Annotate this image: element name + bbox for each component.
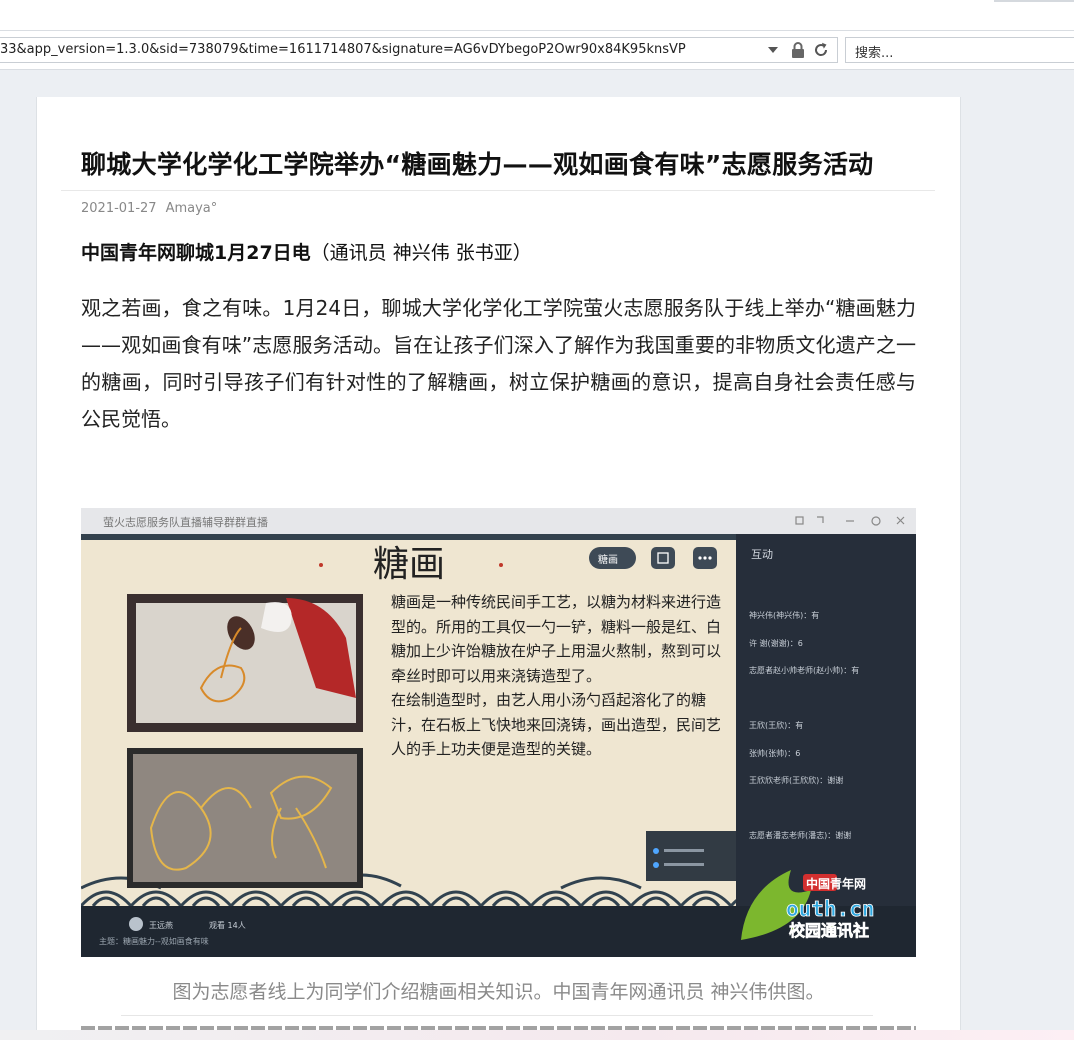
watermark-top: 中国青年网 bbox=[806, 876, 866, 891]
caption-divider bbox=[121, 1015, 873, 1016]
slide-pill-label: 糖画 bbox=[598, 553, 618, 566]
panel-item: 志愿者潘志老师(潘志)：谢谢 bbox=[749, 830, 851, 840]
watermark-mid: outh.cn bbox=[786, 897, 875, 921]
article-paragraph: 观之若画，食之有味。1月24日，聊城大学化学化工学院萤火志愿服务队于线上举办“糖… bbox=[81, 296, 916, 431]
stream-host: 王远燕 bbox=[149, 920, 173, 930]
title-divider bbox=[61, 190, 935, 191]
interaction-panel-title: 互动 bbox=[751, 548, 773, 561]
article-title: 聊城大学化学化工学院举办“糖画魅力——观如画食有味”志愿服务活动 bbox=[81, 150, 874, 179]
interaction-panel bbox=[736, 534, 916, 906]
stream-topic: 主题：糖画魅力--观如画食有味 bbox=[99, 936, 209, 946]
slide-text-1: 糖画是一种传统民间手工艺，以糖为材料来进行造型的。所用的工具仅一勺一铲，糖料一般… bbox=[391, 593, 722, 685]
lock-icon[interactable] bbox=[790, 41, 806, 59]
top-strip bbox=[0, 0, 1074, 30]
panel-item: 神兴伟(神兴伟)：有 bbox=[749, 610, 819, 620]
url-text: 33&app_version=1.3.0&sid=738079&time=161… bbox=[0, 42, 686, 57]
panel-item: 王欣(王欣)：有 bbox=[749, 720, 803, 730]
article-date: 2021-01-27 bbox=[81, 201, 157, 216]
panel-item: 许 谢(谢谢)：6 bbox=[749, 638, 803, 648]
panel-item: 王欣欣老师(王欣欣)：谢谢 bbox=[749, 775, 843, 785]
article-lead: 中国青年网聊城1月27日电（通讯员 神兴伟 张书亚） bbox=[81, 238, 532, 265]
lead-dateline: 中国青年网聊城1月27日电 bbox=[81, 242, 311, 264]
article-image: 萤火志愿服务队直播辅导群群直播 糖画 糖画 糖画是一种传统民间手工艺，以糖为材料… bbox=[81, 508, 916, 957]
stream-window-title: 萤火志愿服务队直播辅导群群直播 bbox=[103, 515, 268, 529]
sugar-painting-photo-1 bbox=[127, 594, 363, 732]
panel-item: 志愿者赵小帅老师(赵小帅)：有 bbox=[749, 665, 859, 675]
stream-views: 观看 14人 bbox=[209, 921, 246, 930]
watermark-bottom: 校园通讯社 bbox=[789, 921, 869, 940]
search-input[interactable]: 搜索... bbox=[845, 37, 1074, 63]
article-page: 聊城大学化学化工学院举办“糖画魅力——观如画食有味”志愿服务活动 2021-01… bbox=[36, 97, 961, 1032]
sugar-painting-photo-2 bbox=[127, 748, 363, 888]
url-field[interactable]: 33&app_version=1.3.0&sid=738079&time=161… bbox=[0, 37, 838, 63]
article-meta: 2021-01-27 Amaya° bbox=[81, 201, 217, 216]
reload-icon[interactable] bbox=[812, 41, 830, 59]
slide-text-2: 在绘制造型时，由艺人用小汤勺舀起溶化了的糖汁，在石板上飞快地来回浇铸，画出造型，… bbox=[391, 691, 722, 758]
slide-heading: 糖画 bbox=[373, 544, 445, 585]
url-dropdown-icon[interactable] bbox=[768, 47, 778, 53]
panel-item: 张帅(张帅)：6 bbox=[749, 748, 800, 758]
bottom-edge bbox=[0, 1030, 1074, 1040]
livestream-screenshot: 萤火志愿服务队直播辅导群群直播 糖画 糖画 糖画是一种传统民间手工艺，以糖为材料… bbox=[81, 508, 916, 957]
image-caption: 图为志愿者线上为同学们介绍糖画相关知识。中国青年网通讯员 神兴伟供图。 bbox=[172, 981, 825, 1003]
browser-address-bar: 33&app_version=1.3.0&sid=738079&time=161… bbox=[0, 30, 1074, 70]
lead-reporters: （通讯员 神兴伟 张书亚） bbox=[310, 242, 532, 264]
article-author[interactable]: Amaya° bbox=[166, 201, 218, 216]
window-control-edge bbox=[994, 0, 1074, 2]
